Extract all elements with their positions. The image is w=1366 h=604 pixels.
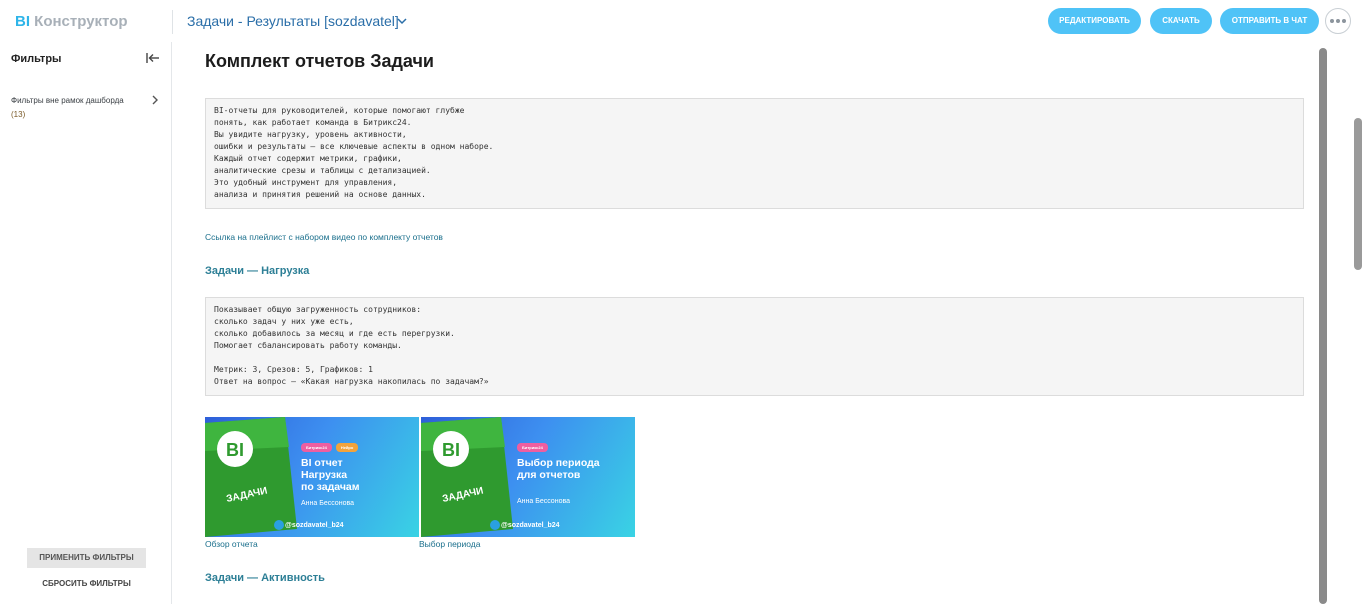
logo-text: Конструктор xyxy=(34,13,128,30)
tag: Битрикс24 xyxy=(517,443,548,452)
page-title: Комплект отчетов Задачи xyxy=(205,51,434,71)
download-button[interactable]: СКАЧАТЬ xyxy=(1150,8,1212,34)
edit-button[interactable]: РЕДАКТИРОВАТЬ xyxy=(1048,8,1141,34)
load-description-block: Показывает общую загруженность сотрудник… xyxy=(205,297,1304,396)
chevron-down-icon[interactable] xyxy=(396,16,408,26)
send-to-chat-button[interactable]: ОТПРАВИТЬ В ЧАТ xyxy=(1220,8,1319,34)
telegram-handle: @sozdavatel_b24 xyxy=(285,522,344,529)
external-filters-item[interactable]: Фильтры вне рамок дашборда (13) xyxy=(11,94,124,122)
video-thumbnail-period[interactable]: BI ЗАДАЧИ Битрикс24 Выбор периода для от… xyxy=(421,417,635,537)
bi-badge: BI xyxy=(226,440,244,460)
dashboard-content: Комплект отчетов Задачи BI-отчеты для ру… xyxy=(205,42,1305,604)
section-title-load: Задачи — Нагрузка xyxy=(205,265,310,277)
dashboard-title[interactable]: Задачи - Результаты [sozdavatel] xyxy=(187,13,399,29)
more-options-icon[interactable] xyxy=(1325,8,1351,34)
external-filters-label: Фильтры вне рамок дашборда xyxy=(11,96,124,105)
video-thumbnail-overview[interactable]: BI ЗАДАЧИ Битрикс24 Нейро BI отчет Нагру… xyxy=(205,417,419,537)
playlist-link[interactable]: Ссылка на плейлист с набором видео по ко… xyxy=(205,232,443,242)
top-bar: BI Конструктор Задачи - Результаты [sozd… xyxy=(0,0,1366,42)
video-title: BI отчет Нагрузка по задачам xyxy=(301,457,360,493)
filters-sidebar: Фильтры Фильтры вне рамок дашборда (13) … xyxy=(0,42,172,604)
tag: Нейро xyxy=(335,443,359,452)
tags: Битрикс24 xyxy=(517,443,548,452)
bi-badge: BI xyxy=(442,440,460,460)
video-author: Анна Бессонова xyxy=(517,498,570,505)
collapse-sidebar-icon[interactable] xyxy=(146,52,160,64)
content-scrollbar[interactable] xyxy=(1319,48,1327,604)
tag: Битрикс24 xyxy=(301,443,332,452)
video-caption-period[interactable]: Выбор периода xyxy=(419,539,481,549)
telegram-handle: @sozdavatel_b24 xyxy=(501,522,560,529)
chevron-right-icon[interactable] xyxy=(151,95,159,105)
tags: Битрикс24 Нейро xyxy=(301,443,359,452)
logo-bi: BI xyxy=(15,13,30,30)
external-filters-count: (13) xyxy=(11,110,26,119)
video-author: Анна Бессонова xyxy=(301,500,354,507)
video-caption-overview[interactable]: Обзор отчета xyxy=(205,539,258,549)
reset-filters-button[interactable]: СБРОСИТЬ ФИЛЬТРЫ xyxy=(27,579,146,588)
app-logo[interactable]: BI Конструктор xyxy=(15,13,128,30)
header-divider xyxy=(172,10,173,34)
apply-filters-button[interactable]: ПРИМЕНИТЬ ФИЛЬТРЫ xyxy=(27,548,146,568)
filters-title: Фильтры xyxy=(11,53,62,65)
section-title-activity: Задачи — Активность xyxy=(205,572,325,584)
intro-text-block: BI-отчеты для руководителей, которые пом… xyxy=(205,98,1304,209)
video-title: Выбор периода для отчетов xyxy=(517,457,600,481)
page-scrollbar[interactable] xyxy=(1354,118,1362,270)
